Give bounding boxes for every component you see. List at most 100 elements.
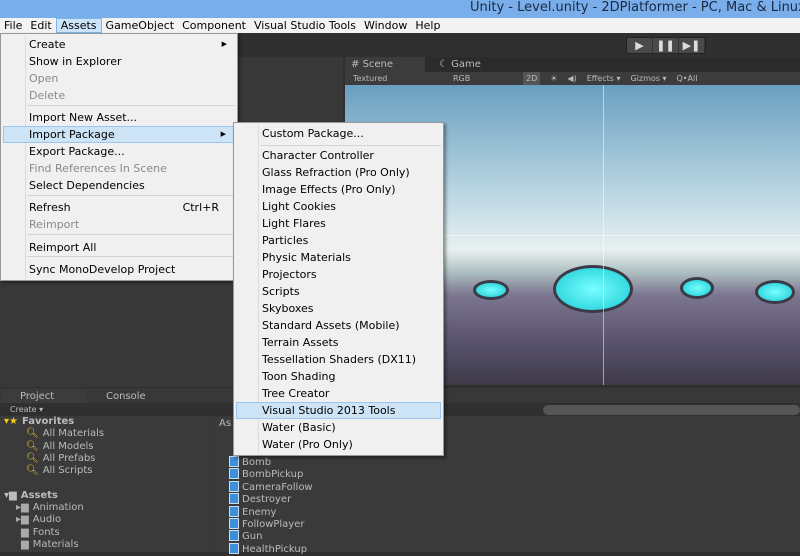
scene-toolbar-item[interactable]: Textured	[353, 72, 443, 85]
assets-menu-item-select-dependencies[interactable]: Select Dependencies	[3, 177, 235, 194]
folder-materials[interactable]: ▆ Materials	[0, 539, 213, 551]
assets-menu-item-sync-monodevelop-project[interactable]: Sync MonoDevelop Project	[3, 261, 235, 278]
import-item-glass-refraction-pro-only[interactable]: Glass Refraction (Pro Only)	[236, 164, 441, 181]
menu-item-label: Delete	[29, 89, 66, 102]
assets-menu: Create ▶ Show in Explorer Open Delete Import …	[0, 33, 238, 281]
assets-menu-item-export-package[interactable]: Export Package...	[3, 143, 235, 160]
favorite-all-materials[interactable]: 🔍︎ All Materials	[0, 428, 213, 440]
project-search-input[interactable]	[543, 405, 800, 415]
import-item-skyboxes[interactable]: Skyboxes	[236, 300, 441, 317]
script-file-gun[interactable]: Gun	[229, 530, 262, 542]
assets-menu-item-reimport-all[interactable]: Reimport All	[3, 239, 235, 256]
menu-edit[interactable]: Edit	[26, 18, 55, 33]
tree-label: All Prefabs	[42, 452, 96, 464]
tab-game[interactable]: ☾ Game	[433, 57, 481, 72]
scene-toolbar-item[interactable]: RGB	[453, 72, 513, 85]
script-file-bomb[interactable]: Bomb	[229, 456, 271, 468]
scene-toolbar-item[interactable]: Effects ▾	[587, 72, 621, 85]
import-item-scripts[interactable]: Scripts	[236, 283, 441, 300]
import-item-character-controller[interactable]: Character Controller	[236, 147, 441, 164]
tree-label: Fonts	[32, 526, 60, 538]
folder-audio[interactable]: ▸▆ Audio	[0, 514, 213, 526]
assets-menu-item-import-new-asset[interactable]: Import New Asset...	[3, 109, 235, 126]
menu-component[interactable]: Component	[178, 18, 250, 33]
porthole	[680, 277, 714, 299]
import-item-particles[interactable]: Particles	[236, 232, 441, 249]
file-name: Bomb	[242, 457, 272, 468]
import-item-visual-studio-2013-tools[interactable]: Visual Studio 2013 Tools	[236, 402, 441, 419]
scene-toolbar-item[interactable]: ☀	[550, 72, 557, 85]
import-item-custom-package[interactable]: Custom Package...	[236, 125, 441, 142]
pause-button[interactable]: ❚❚	[653, 38, 679, 53]
play-button[interactable]: ▶	[627, 38, 653, 53]
folder-animation[interactable]: ▸▆ Animation	[0, 502, 213, 514]
step-button[interactable]: ▶❚	[679, 38, 705, 53]
menu-separator	[27, 234, 235, 235]
favorite-all-models[interactable]: 🔍︎ All Models	[0, 441, 213, 453]
assets-menu-item-refresh[interactable]: Refresh Ctrl+R	[3, 199, 235, 216]
import-item-water-pro-only[interactable]: Water (Pro Only)	[236, 436, 441, 453]
assets-folder[interactable]: ▾▆ Assets	[0, 490, 213, 502]
import-item-light-cookies[interactable]: Light Cookies	[236, 198, 441, 215]
import-package-submenu: Custom Package... Character Controller Gla…	[233, 122, 444, 456]
import-item-tessellation-shaders-dx11[interactable]: Tessellation Shaders (DX11)	[236, 351, 441, 368]
folder-icon: ▆	[16, 538, 29, 550]
csharp-script-icon	[229, 530, 239, 542]
porthole	[755, 280, 795, 304]
favorite-all-prefabs[interactable]: 🔍︎ All Prefabs	[0, 453, 213, 465]
import-item-tree-creator[interactable]: Tree Creator	[236, 385, 441, 402]
assets-menu-item-show-in-explorer[interactable]: Show in Explorer	[3, 53, 235, 70]
menu-help[interactable]: Help	[411, 18, 444, 33]
porthole	[553, 265, 633, 313]
import-item-physic-materials[interactable]: Physic Materials	[236, 249, 441, 266]
csharp-script-icon	[229, 480, 239, 492]
search-icon: 🔍︎	[26, 452, 39, 464]
menu-item-label: Reimport	[29, 218, 80, 231]
favorites-folder[interactable]: ▾★ Favorites	[0, 416, 213, 428]
file-name: HealthPickup	[242, 543, 308, 555]
script-file-followplayer[interactable]: FollowPlayer	[229, 518, 305, 530]
menu-visual-studio-tools[interactable]: Visual Studio Tools	[250, 18, 360, 33]
menu-item-label: Reimport All	[29, 241, 97, 254]
script-file-camerafollow[interactable]: CameraFollow	[229, 480, 313, 493]
scene-toolbar: Textured RGB 2D ☀ ◀) Effects ▾ Gizmos ▾ Q•All	[345, 72, 800, 85]
menu-gameobject[interactable]: GameObject	[102, 18, 179, 33]
file-name: Gun	[242, 531, 263, 543]
import-item-toon-shading[interactable]: Toon Shading	[236, 368, 441, 385]
menu-bar: File Edit Assets GameObject Component Visual …	[0, 18, 800, 33]
csharp-script-icon	[229, 518, 239, 529]
assets-menu-item-create[interactable]: Create ▶	[3, 36, 235, 53]
title-bar: Unity - Level.unity - 2DPlatformer - PC,…	[0, 0, 800, 18]
import-item-standard-assets-mobile[interactable]: Standard Assets (Mobile)	[236, 317, 441, 334]
project-tree: ▾★ Favorites 🔍︎ All Materials 🔍︎ All Models 🔍︎…	[0, 416, 213, 552]
tab-project[interactable]: Project	[2, 390, 86, 404]
submenu-arrow-icon: ▶	[221, 40, 227, 48]
script-file-destroyer[interactable]: Destroyer	[229, 493, 291, 505]
tab-scene[interactable]: # Scene	[345, 57, 425, 72]
scene-toolbar-item[interactable]: Q•All	[677, 72, 698, 85]
script-file-healthpickup[interactable]: HealthPickup	[229, 542, 308, 555]
scene-toolbar-item[interactable]: 2D	[523, 72, 541, 85]
menu-window[interactable]: Window	[360, 18, 411, 33]
folder-fonts[interactable]: ▆ Fonts	[0, 527, 213, 539]
menu-item-label: Sync MonoDevelop Project	[29, 263, 176, 276]
script-file-bombpickup[interactable]: BombPickup	[229, 468, 303, 480]
window-title: Unity - Level.unity - 2DPlatformer - PC,…	[470, 0, 800, 15]
import-item-projectors[interactable]: Projectors	[236, 266, 441, 283]
menu-assets[interactable]: Assets	[55, 18, 102, 33]
script-file-enemy[interactable]: Enemy	[229, 505, 276, 518]
import-item-water-basic[interactable]: Water (Basic)	[236, 419, 441, 436]
scene-toolbar-item[interactable]: ◀)	[567, 72, 576, 85]
import-item-light-flares[interactable]: Light Flares	[236, 215, 441, 232]
import-item-terrain-assets[interactable]: Terrain Assets	[236, 334, 441, 351]
assets-menu-item-find-references-in-scene: Find References In Scene	[3, 160, 235, 177]
assets-menu-item-import-package[interactable]: Import Package ▶	[3, 126, 235, 143]
menu-item-label: Select Dependencies	[29, 179, 145, 192]
scene-toolbar-item[interactable]: Gizmos ▾	[630, 72, 666, 85]
import-item-image-effects-pro-only[interactable]: Image Effects (Pro Only)	[236, 181, 441, 198]
favorite-all-scripts[interactable]: 🔍︎ All Scripts	[0, 465, 213, 477]
tree-label: Favorites	[21, 416, 75, 427]
tab-console[interactable]: Console	[88, 390, 146, 404]
menu-file[interactable]: File	[0, 18, 26, 33]
